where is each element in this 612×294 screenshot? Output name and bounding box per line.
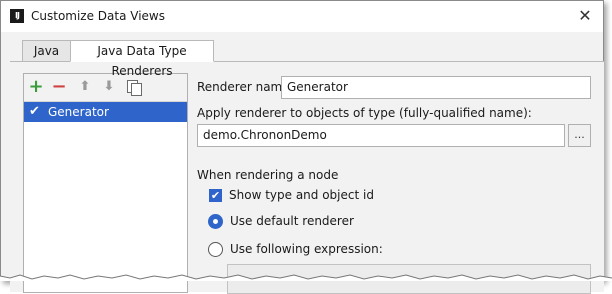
close-icon[interactable]: ✕: [574, 5, 596, 27]
rendering-node-label: When rendering a node: [197, 168, 339, 182]
type-name-field[interactable]: demo.ChrononDemo: [197, 124, 565, 147]
expression-radio[interactable]: [208, 242, 223, 257]
checkmark-icon[interactable]: ✔: [29, 103, 40, 120]
torn-edge: [0, 274, 612, 281]
intellij-app-icon: IJ: [10, 9, 24, 23]
show-type-checkbox[interactable]: ✔: [209, 189, 222, 202]
remove-icon[interactable]: −: [50, 78, 68, 96]
apply-type-label: Apply renderer to objects of type (fully…: [197, 106, 532, 120]
title-bar: IJ Customize Data Views ✕: [1, 1, 603, 32]
default-renderer-radio[interactable]: [208, 214, 223, 229]
list-item-generator[interactable]: ✔ Generator: [24, 102, 187, 122]
tab-java-data-type-renderers[interactable]: Java Data Type Renderers: [70, 40, 214, 78]
tab-java[interactable]: Java: [22, 40, 71, 62]
default-renderer-label: Use default renderer: [230, 214, 354, 228]
window-title: Customize Data Views: [31, 9, 165, 23]
renderer-name-label: Renderer name:: [197, 80, 294, 94]
add-icon[interactable]: +: [27, 78, 45, 96]
list-item-label: Generator: [48, 105, 109, 119]
expression-label: Use following expression:: [230, 242, 383, 256]
show-type-label: Show type and object id: [229, 188, 374, 202]
renderers-list-panel: + − ⬆ ⬇ ✔ Generator: [23, 73, 188, 293]
browse-button[interactable]: ...: [568, 124, 591, 147]
renderer-name-field[interactable]: Generator: [281, 76, 591, 99]
move-up-icon[interactable]: ⬆: [76, 78, 94, 96]
